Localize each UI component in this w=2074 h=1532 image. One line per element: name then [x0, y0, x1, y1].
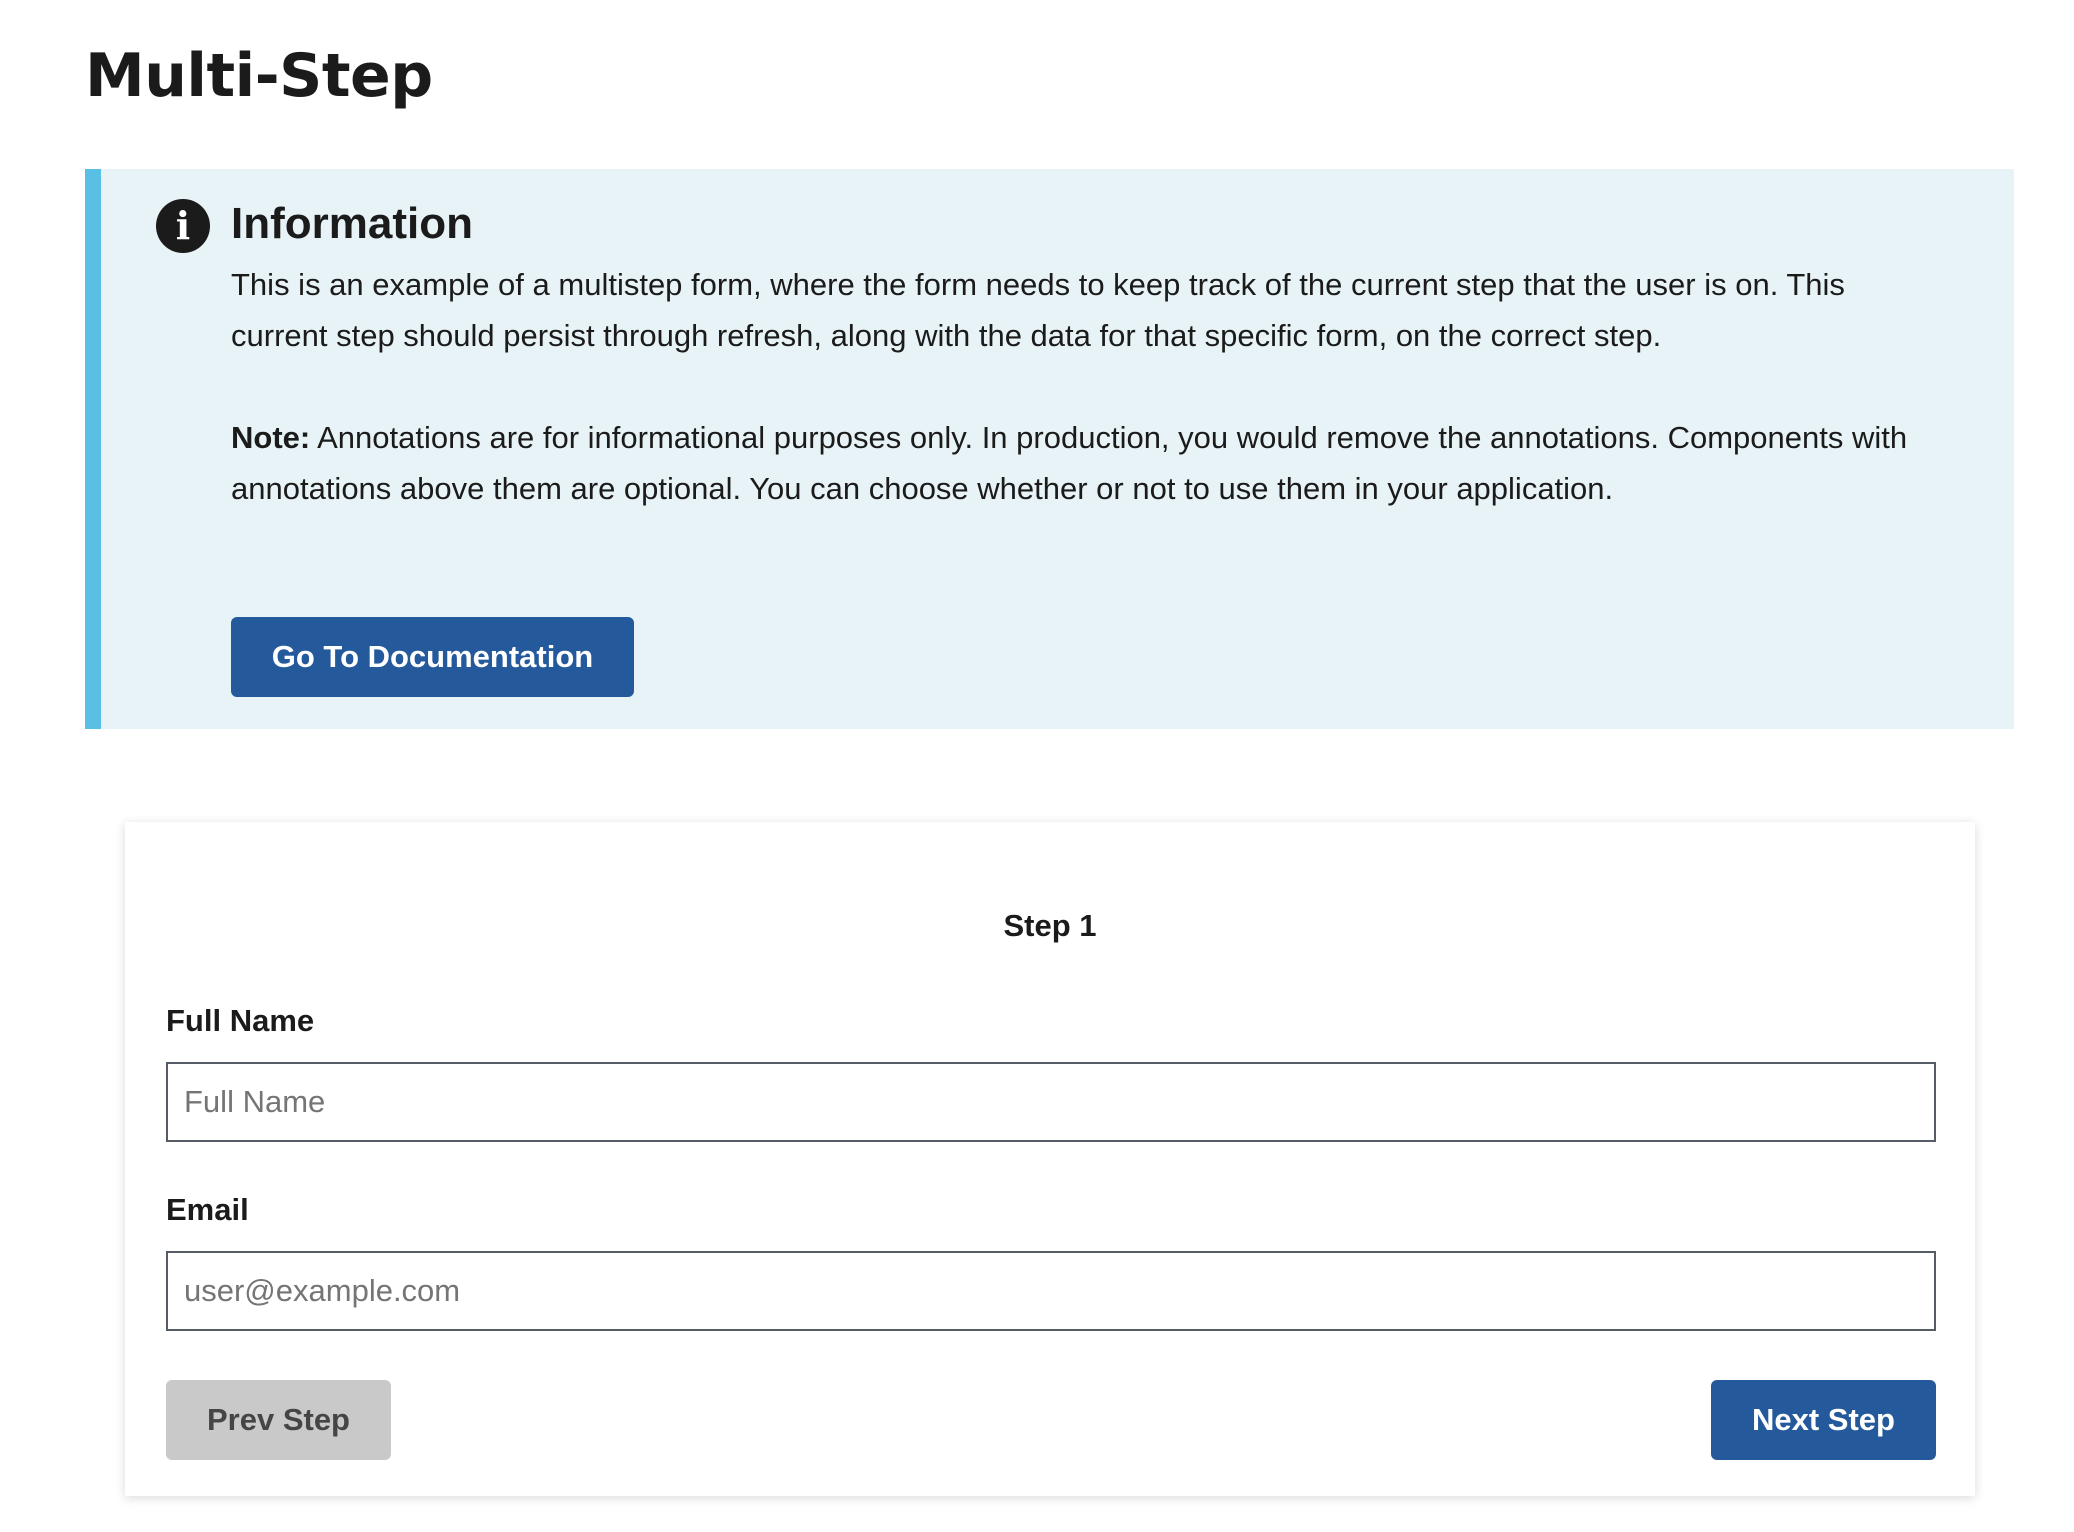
full-name-input[interactable] — [166, 1062, 1936, 1142]
next-step-button[interactable]: Next Step — [1711, 1380, 1936, 1460]
multi-step-form-card: Step 1 Full Name Email Prev Step Next St… — [125, 822, 1975, 1496]
info-icon: i — [156, 199, 210, 253]
go-to-documentation-button[interactable]: Go To Documentation — [231, 617, 634, 697]
alert-note-text: Annotations are for informational purpos… — [231, 420, 1908, 506]
alert-note: Note: Annotations are for informational … — [231, 412, 1931, 514]
prev-step-button[interactable]: Prev Step — [166, 1380, 391, 1460]
full-name-label: Full Name — [166, 1003, 315, 1038]
email-input[interactable] — [166, 1251, 1936, 1331]
email-label: Email — [166, 1192, 249, 1227]
page-title: Multi-Step — [85, 41, 433, 111]
alert-body: This is an example of a multistep form, … — [231, 267, 1845, 353]
step-title: Step 1 — [1003, 908, 1097, 943]
alert-note-label: Note: — [231, 420, 311, 455]
alert-heading: Information — [231, 199, 473, 248]
page: Multi-Step i Information This is an exam… — [0, 0, 2074, 1532]
info-alert: i Information This is an example of a mu… — [85, 169, 2014, 729]
